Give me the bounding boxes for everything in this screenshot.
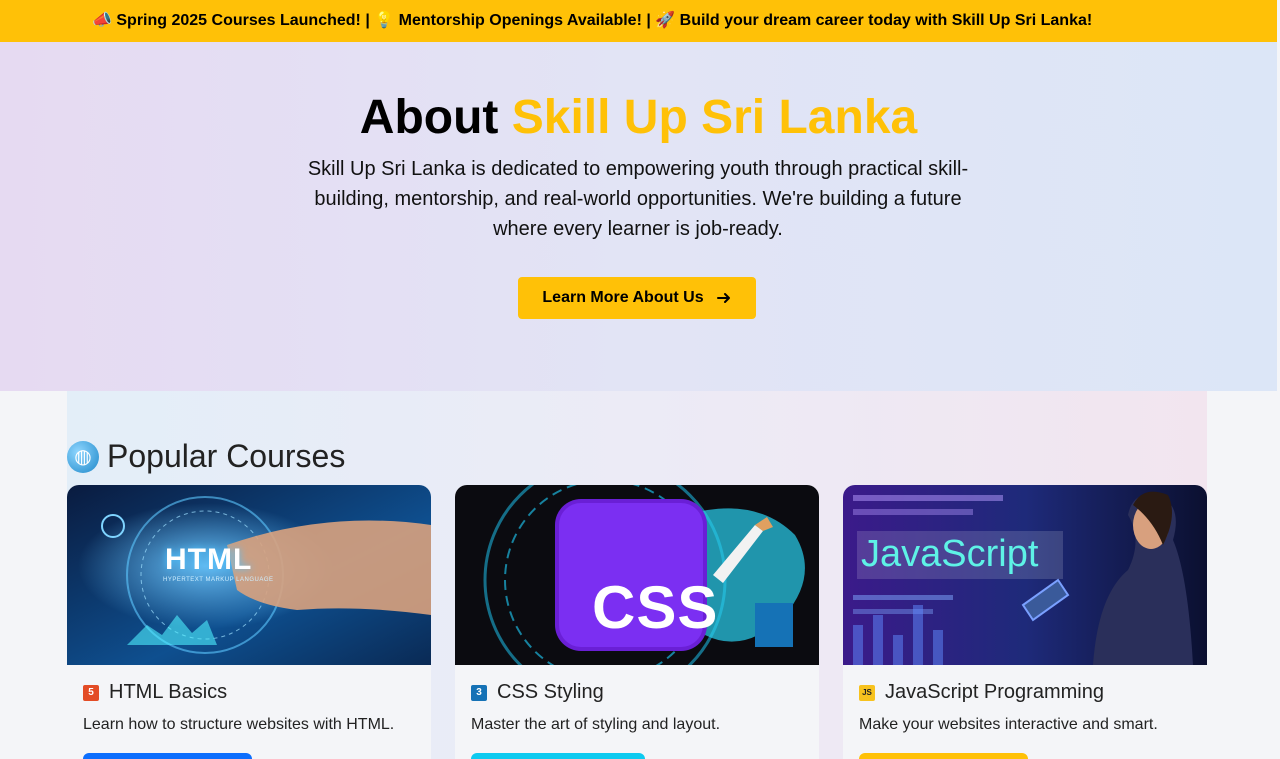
html-image-label: HTML	[165, 543, 253, 576]
globe-icon: ◍	[67, 440, 99, 473]
learn-more-label: Learn More About Us	[542, 289, 704, 306]
course-enroll-button[interactable]	[471, 753, 645, 759]
courses-section-title: ◍ Popular Courses	[67, 438, 345, 475]
announcement-bar: 📣 Spring 2025 Courses Launched! | 💡 Ment…	[0, 0, 1277, 42]
course-card-html[interactable]: HTML HYPERTEXT MARKUP LANGUAGE 5 HTML Ba…	[67, 485, 431, 759]
course-title-row: JS JavaScript Programming	[859, 681, 1104, 704]
about-hero: About Skill Up Sri Lanka Skill Up Sri La…	[0, 42, 1277, 391]
course-title: CSS Styling	[497, 681, 604, 703]
course-title-row: 3 CSS Styling	[471, 681, 604, 704]
hero-title-accent: Skill Up Sri Lanka	[511, 91, 918, 144]
arrow-right-icon	[716, 293, 730, 303]
html-image-sublabel: HYPERTEXT MARKUP LANGUAGE	[163, 577, 274, 583]
course-title: JavaScript Programming	[885, 681, 1104, 703]
html5-icon: 5	[83, 684, 99, 701]
course-card-css[interactable]: CSS 3 CSS Styling Master the art of styl…	[455, 485, 819, 759]
course-title-row: 5 HTML Basics	[83, 681, 227, 704]
javascript-image-label: JavaScript	[861, 533, 1039, 575]
announcement-text: 📣 Spring 2025 Courses Launched! | 💡 Ment…	[92, 12, 1093, 29]
course-title: HTML Basics	[109, 681, 228, 703]
hero-title-prefix: About	[359, 91, 512, 144]
course-enroll-button[interactable]	[83, 753, 252, 759]
css3-icon: 3	[471, 684, 487, 701]
course-description: Master the art of styling and layout.	[471, 716, 721, 733]
course-card-javascript[interactable]: JavaScript JS JavaScript Programming Mak…	[843, 485, 1207, 759]
hero-description: Skill Up Sri Lanka is dedicated to empow…	[307, 158, 969, 240]
course-enroll-button[interactable]	[859, 753, 1028, 759]
course-description: Learn how to structure websites with HTM…	[83, 716, 395, 733]
courses-title-text: Popular Courses	[107, 438, 346, 474]
hero-title: About Skill Up Sri Lanka	[0, 94, 1277, 142]
css-image-label: CSS	[592, 574, 719, 641]
learn-more-button[interactable]: Learn More About Us	[518, 277, 756, 319]
course-description: Make your websites interactive and smart…	[859, 716, 1158, 733]
javascript-icon: JS	[859, 684, 875, 701]
